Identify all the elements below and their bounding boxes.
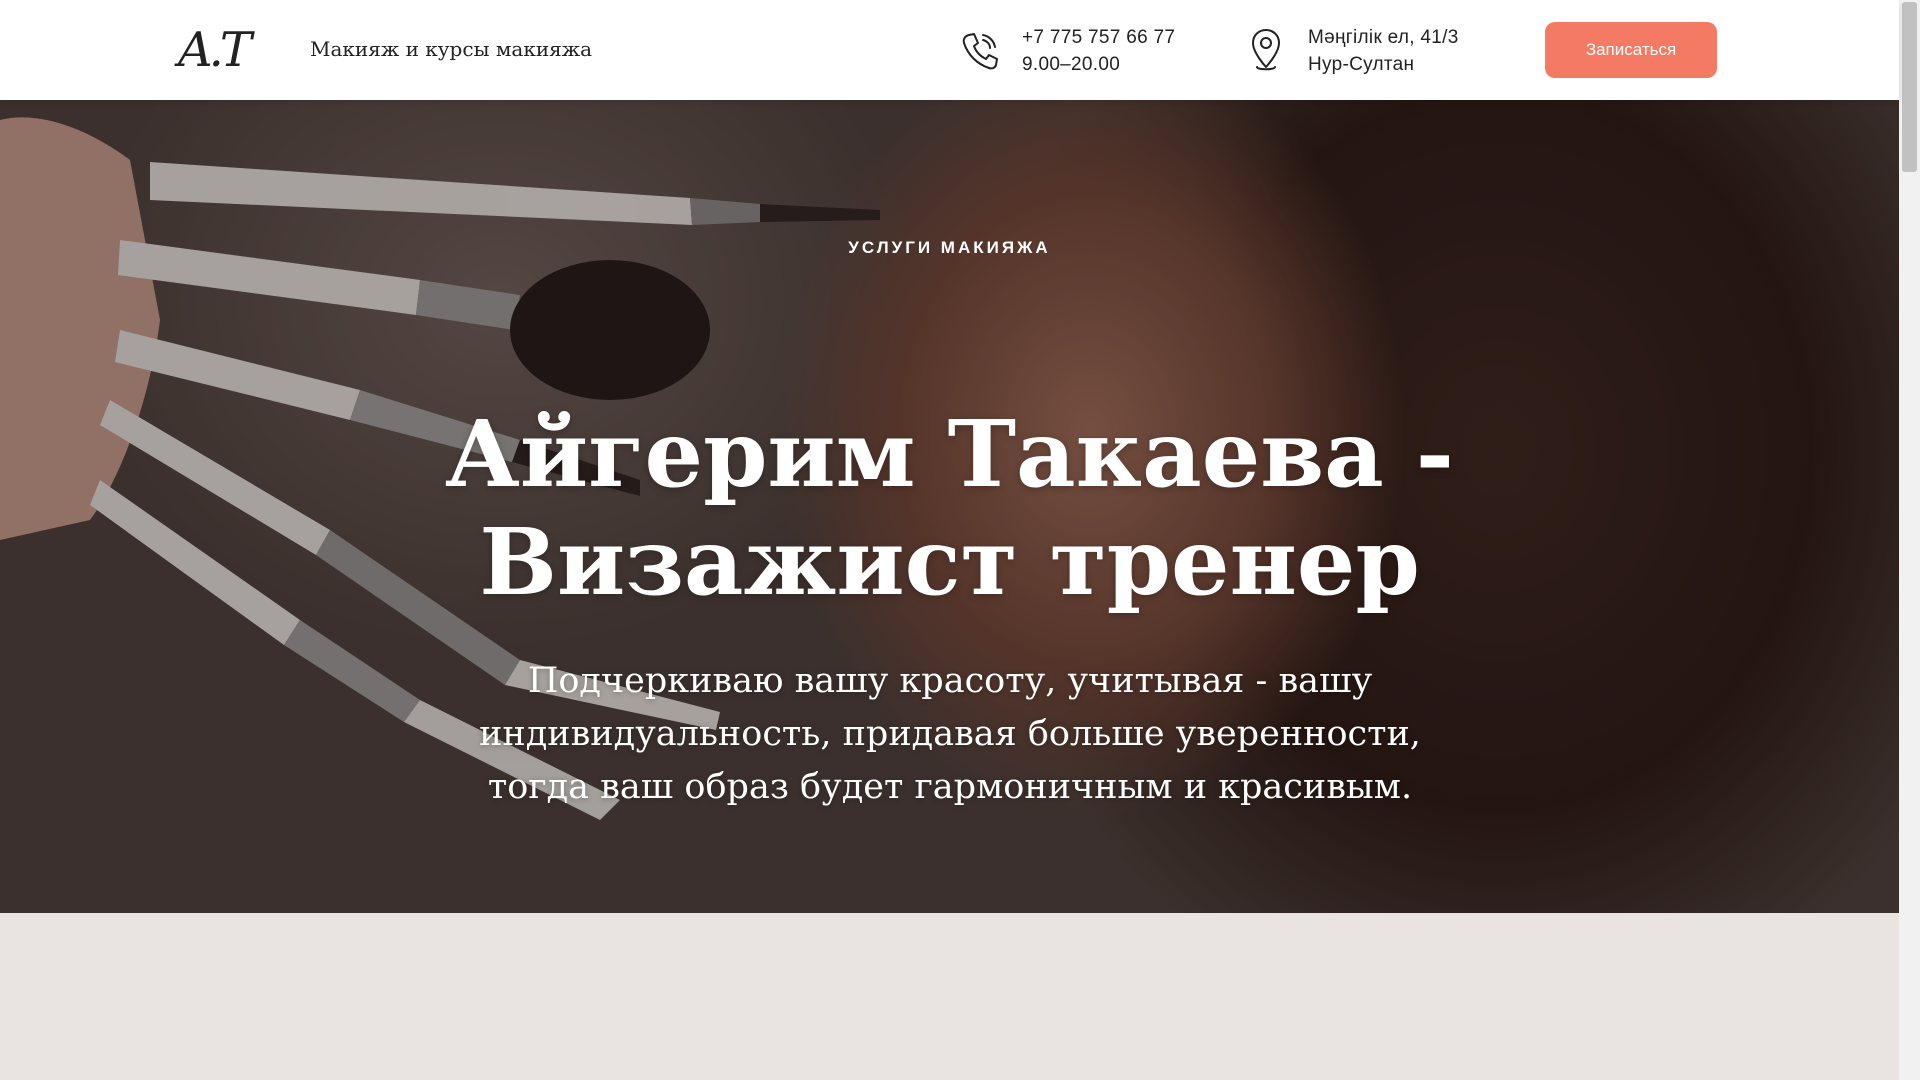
phone-contact[interactable]: +7 775 757 66 77 9.00–20.00 [958,24,1175,78]
logo[interactable]: A.T [178,22,252,78]
signup-button[interactable]: Записаться [1545,22,1717,78]
hero-subtitle: Подчеркиваю вашу красоту, учитывая - ваш… [460,655,1440,814]
hero-eyebrow: УСЛУГИ МАКИЯЖА [848,238,1051,257]
next-section [0,913,1899,1080]
location-pin-icon [1244,27,1288,75]
hero-title-line-2: Визажист тренер [479,508,1420,616]
phone-icon [958,27,1002,75]
address-contact: Мәңгілік ел, 41/3 Нур-Султан [1244,24,1459,78]
address-city: Нур-Султан [1308,54,1415,75]
hero-title: Айгерим Такаева - Визажист тренер [0,400,1899,616]
hero-subtitle-line-1: Подчеркиваю вашу красоту, учитывая - ваш… [527,661,1373,701]
address-street: Мәңгілік ел, 41/3 [1308,27,1459,48]
hero-subtitle-line-2: индивидуальность, придавая больше уверен… [479,714,1421,754]
working-hours: 9.00–20.00 [1022,54,1121,75]
site-header: A.T Макияж и курсы макияжа +7 775 757 66… [0,0,1899,100]
site-tagline: Макияж и курсы макияжа [310,37,593,61]
hero-title-line-1: Айгерим Такаева - [445,400,1454,508]
page-scrollbar[interactable] [1899,0,1920,1080]
phone-number[interactable]: +7 775 757 66 77 [1022,24,1175,51]
hero-subtitle-line-3: тогда ваш образ будет гармоничным и крас… [487,767,1413,807]
hero-section: УСЛУГИ МАКИЯЖА Айгерим Такаева - Визажис… [0,100,1899,913]
hero-content: УСЛУГИ МАКИЯЖА Айгерим Такаева - Визажис… [0,100,1899,913]
scrollbar-thumb[interactable] [1902,2,1917,172]
logo-text: A.T [178,22,252,78]
